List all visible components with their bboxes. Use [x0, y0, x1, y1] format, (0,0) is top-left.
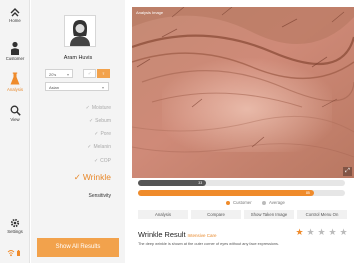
metric-melanin-label: Melanin — [93, 144, 111, 150]
legend-dot-average — [262, 200, 266, 205]
metric-melanin[interactable]: ✓ Melanin — [87, 144, 111, 150]
nav-view-label: View — [10, 117, 20, 122]
nav-home[interactable]: Home — [0, 7, 30, 23]
metric-pore-label: Pore — [100, 131, 111, 137]
metric-moisture[interactable]: ✓ Moisture — [86, 105, 111, 111]
check-icon: ✓ — [93, 158, 99, 164]
user-avatar-icon — [70, 20, 90, 46]
gender-female-button[interactable]: ♀ — [97, 69, 110, 78]
nav-home-label: Home — [9, 18, 21, 23]
expand-icon[interactable]: ⤢ — [343, 167, 352, 176]
average-value: 85 — [305, 191, 310, 195]
chevron-down-icon: ▾ — [66, 71, 69, 77]
person-icon — [11, 41, 19, 55]
average-bar-fill — [138, 190, 314, 196]
metric-sebum-label: Sebum — [95, 118, 111, 124]
arrows-icon — [10, 8, 20, 17]
star-empty-icon: ★ — [339, 227, 348, 237]
check-icon: ✓ — [85, 105, 90, 111]
metric-sensitivity-label: Sensitivity — [88, 193, 111, 199]
chevron-down-icon: ▾ — [101, 84, 104, 90]
avatar — [64, 15, 96, 47]
legend-average: Average — [262, 200, 285, 205]
metric-moisture-label: Moisture — [91, 105, 111, 111]
average-bar: 85 — [138, 190, 345, 196]
legend-customer: Customer — [226, 200, 252, 205]
metric-sebum[interactable]: ✓ Sebum — [89, 118, 111, 124]
customer-value: 33 — [198, 181, 203, 185]
result-description: The deep wrinkle is shown at the outer c… — [138, 242, 279, 246]
nav-analysis[interactable]: Analysis — [0, 72, 30, 92]
result-title: Wrinkle Result Intensive Care — [138, 230, 217, 239]
nav-analysis-label: Analysis — [6, 87, 23, 92]
nav-view[interactable]: View — [0, 105, 30, 122]
profile-panel: Aram Huvis 20's ▾ ♂ ♀ Asian ▾ ✓ Moisture … — [31, 0, 125, 263]
flask-icon — [10, 72, 20, 85]
customer-bar: 33 — [138, 180, 345, 186]
check-icon: ✓ — [88, 118, 94, 124]
user-name: Aram Huvis — [63, 55, 93, 61]
tab-analysis[interactable]: Analysis — [138, 210, 188, 219]
star-empty-icon: ★ — [306, 227, 315, 237]
tab-show-taken-image[interactable]: Show Taken Image — [244, 210, 294, 219]
check-icon: ✓ — [94, 131, 99, 137]
metric-pore[interactable]: ✓ Pore — [94, 131, 111, 137]
metric-wrinkle-label: Wrinkle — [82, 172, 111, 182]
tab-control-menu[interactable]: Control Menu On — [297, 210, 347, 219]
star-filled-icon: ★ — [295, 227, 304, 237]
legend-customer-label: Customer — [233, 200, 252, 205]
nav-settings-label: Settings — [7, 229, 23, 234]
region-select-value: Asian — [49, 85, 60, 90]
nav-settings[interactable]: Settings — [0, 218, 30, 234]
age-select-value: 20's — [49, 72, 57, 77]
check-icon: ✓ — [87, 144, 92, 150]
age-select[interactable]: 20's ▾ — [45, 69, 73, 78]
nav-customer[interactable]: Customer — [0, 41, 30, 61]
nav-rail: Home Customer Analysis View Settings — [0, 0, 30, 263]
gender-male-button[interactable]: ♂ — [83, 69, 96, 78]
legend-average-label: Average — [269, 200, 285, 205]
rating-stars: ★ ★ ★ ★ ★ — [294, 227, 349, 238]
skin-micro-photo — [132, 7, 354, 178]
metric-cop[interactable]: ✓ COP — [94, 158, 111, 164]
nav-customer-label: Customer — [5, 56, 25, 61]
show-all-results-button[interactable]: Show All Results — [37, 238, 119, 257]
customer-bar-fill — [138, 180, 207, 186]
result-subtitle: Intensive Care — [187, 233, 217, 238]
legend-dot-customer — [226, 200, 230, 205]
star-empty-icon: ★ — [328, 227, 337, 237]
status-icons — [0, 249, 30, 257]
result-title-text: Wrinkle Result — [138, 230, 186, 239]
metric-wrinkle[interactable]: ✓ Wrinkle — [74, 172, 111, 183]
tab-compare[interactable]: Compare — [191, 210, 241, 219]
skin-image[interactable]: Analysis Image ⤢ — [132, 7, 354, 178]
gear-icon — [10, 218, 20, 228]
metric-cop-label: COP — [100, 158, 111, 164]
check-icon: ✓ — [73, 172, 81, 182]
metric-sensitivity[interactable]: Sensitivity — [88, 193, 111, 199]
star-empty-icon: ★ — [317, 227, 326, 237]
magnifier-icon — [10, 105, 21, 116]
region-select[interactable]: Asian ▾ — [45, 82, 109, 91]
image-label: Analysis Image — [136, 10, 164, 15]
wifi-battery-icon — [7, 250, 20, 257]
